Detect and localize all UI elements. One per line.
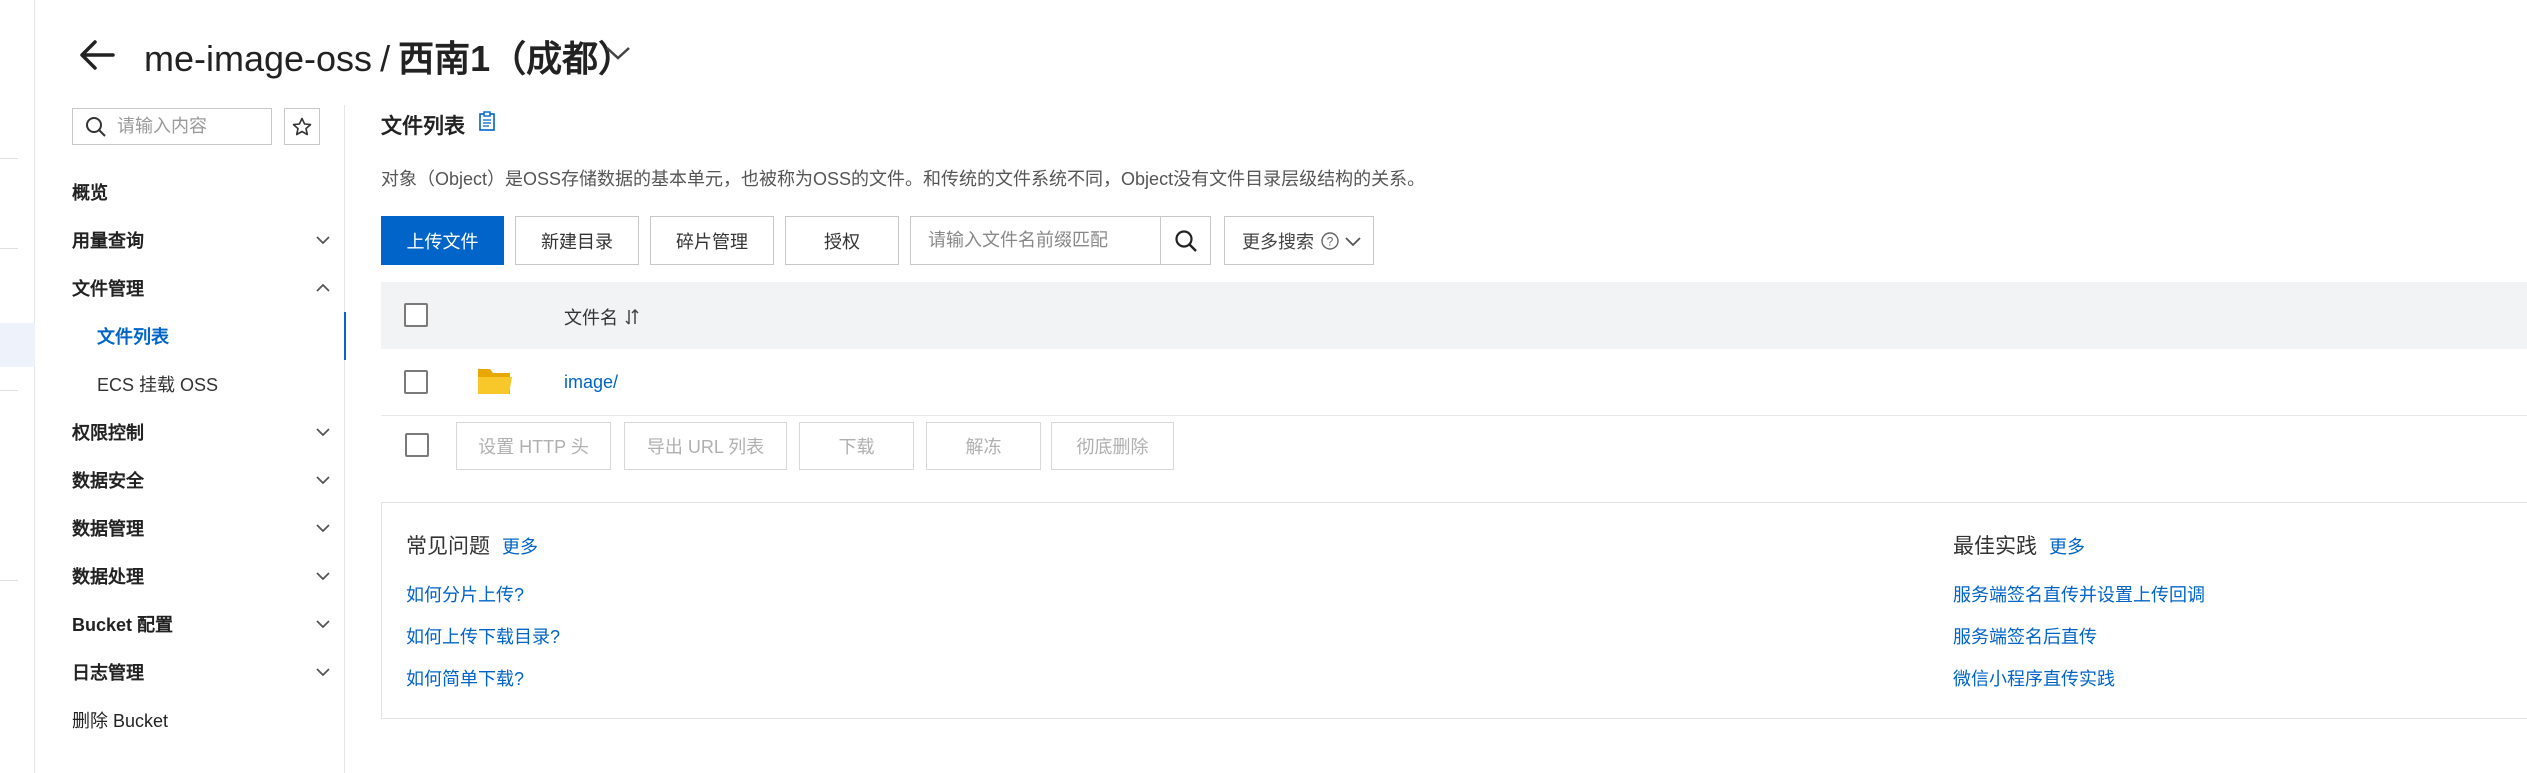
file-name-link[interactable]: image/ bbox=[564, 372, 618, 393]
select-all-checkbox[interactable] bbox=[404, 303, 428, 327]
sidebar-item-label: ECS 挂载 OSS bbox=[97, 375, 219, 395]
unfreeze-button[interactable]: 解冻 bbox=[926, 422, 1041, 470]
strip-divider bbox=[0, 390, 18, 391]
sidebar-item-label: 概览 bbox=[72, 183, 108, 203]
batch-actions: 设置 HTTP 头 导出 URL 列表 下载 解冻 彻底删除 bbox=[381, 419, 2527, 471]
favorite-star-icon[interactable] bbox=[284, 108, 320, 145]
chevron-down-icon bbox=[316, 668, 330, 677]
best-practice-heading: 最佳实践 更多 bbox=[1953, 530, 2085, 560]
row-checkbox[interactable] bbox=[404, 370, 428, 394]
sidebar-item-bucket-config[interactable]: Bucket 配置 bbox=[35, 600, 345, 648]
chevron-down-icon bbox=[316, 572, 330, 581]
strip-divider bbox=[0, 248, 18, 249]
file-prefix-search-input[interactable] bbox=[911, 217, 1160, 264]
section-description: 对象（Object）是OSS存储数据的基本单元，也被称为OSS的文件。和传统的文… bbox=[381, 169, 1426, 189]
sidebar-item-label: 文件列表 bbox=[97, 327, 169, 347]
best-practice-link[interactable]: 服务端签名后直传 bbox=[1953, 623, 2097, 649]
sidebar-item-label: 日志管理 bbox=[72, 663, 144, 683]
search-icon[interactable] bbox=[1160, 217, 1210, 264]
strip-active-item[interactable] bbox=[0, 323, 35, 367]
sidebar: 概览 用量查询 文件管理 文件列表 ECS 挂载 OSS 权限控制 数据安全 数… bbox=[35, 105, 346, 773]
set-http-header-button[interactable]: 设置 HTTP 头 bbox=[456, 422, 611, 470]
back-arrow-icon[interactable] bbox=[75, 33, 119, 77]
help-panel: 常见问题 更多 如何分片上传? 如何上传下载目录? 如何简单下载? 最佳实践 更多 … bbox=[381, 502, 2527, 719]
authorize-button[interactable]: 授权 bbox=[785, 216, 899, 265]
upload-button[interactable]: 上传文件 bbox=[381, 216, 504, 265]
sidebar-menu: 概览 用量查询 文件管理 文件列表 ECS 挂载 OSS 权限控制 数据安全 数… bbox=[35, 168, 346, 744]
best-practice-more-link[interactable]: 更多 bbox=[2049, 537, 2085, 557]
help-icon: ? bbox=[1321, 231, 1339, 250]
sidebar-search-input[interactable] bbox=[117, 116, 257, 137]
svg-text:?: ? bbox=[1327, 234, 1334, 248]
best-practice-link[interactable]: 微信小程序直传实践 bbox=[1953, 665, 2115, 691]
sidebar-item-data-management[interactable]: 数据管理 bbox=[35, 504, 345, 552]
chevron-up-icon bbox=[316, 283, 330, 292]
sidebar-item-delete-bucket[interactable]: 删除 Bucket bbox=[35, 696, 345, 744]
sidebar-item-label: 文件管理 bbox=[72, 279, 144, 299]
sort-icon[interactable] bbox=[624, 308, 640, 326]
sidebar-search bbox=[72, 108, 272, 145]
batch-select-checkbox[interactable] bbox=[405, 433, 429, 457]
faq-link[interactable]: 如何简单下载? bbox=[406, 665, 524, 691]
page-header: me-image-oss / 西南1（成都） bbox=[35, 0, 2527, 105]
sidebar-item-label: 数据安全 bbox=[72, 471, 144, 491]
download-button[interactable]: 下载 bbox=[799, 422, 914, 470]
new-directory-button[interactable]: 新建目录 bbox=[515, 216, 639, 265]
search-icon bbox=[86, 116, 106, 137]
title-separator: / bbox=[380, 38, 391, 79]
strip-divider bbox=[0, 580, 18, 581]
sidebar-item-usage[interactable]: 用量查询 bbox=[35, 216, 345, 264]
chevron-down-icon bbox=[316, 476, 330, 485]
chevron-down-icon bbox=[316, 236, 330, 245]
faq-link[interactable]: 如何上传下载目录? bbox=[406, 623, 560, 649]
section-title: 文件列表 bbox=[381, 115, 465, 138]
sidebar-item-data-security[interactable]: 数据安全 bbox=[35, 456, 345, 504]
chevron-down-icon bbox=[316, 620, 330, 629]
chevron-down-icon bbox=[316, 428, 330, 437]
strip-divider bbox=[0, 158, 18, 159]
sidebar-item-label: 数据管理 bbox=[72, 519, 144, 539]
more-search-dropdown[interactable]: 更多搜索 ? bbox=[1224, 216, 1374, 265]
sidebar-item-overview[interactable]: 概览 bbox=[35, 168, 345, 216]
region-name: 西南1（成都） bbox=[398, 38, 635, 79]
chevron-down-icon bbox=[316, 524, 330, 533]
sidebar-item-file-list[interactable]: 文件列表 bbox=[35, 312, 346, 360]
sidebar-item-label: Bucket 配置 bbox=[72, 615, 174, 635]
chevron-down-icon[interactable] bbox=[603, 41, 633, 65]
sidebar-item-ecs-mount[interactable]: ECS 挂载 OSS bbox=[35, 360, 345, 408]
toolbar: 上传文件 新建目录 碎片管理 授权 更多搜索 ? bbox=[381, 216, 1374, 265]
faq-more-link[interactable]: 更多 bbox=[502, 537, 538, 557]
sidebar-item-label: 删除 Bucket bbox=[72, 711, 169, 731]
sidebar-item-permissions[interactable]: 权限控制 bbox=[35, 408, 345, 456]
best-practice-title: 最佳实践 bbox=[1953, 535, 2037, 558]
sidebar-item-file-management[interactable]: 文件管理 bbox=[35, 264, 345, 312]
sidebar-item-data-processing[interactable]: 数据处理 bbox=[35, 552, 345, 600]
bucket-name: me-image-oss bbox=[144, 38, 373, 79]
chevron-down-icon bbox=[1345, 236, 1361, 246]
page-title: me-image-oss / 西南1（成都） bbox=[144, 30, 634, 82]
permanent-delete-button[interactable]: 彻底删除 bbox=[1051, 422, 1174, 470]
clipboard-icon[interactable] bbox=[478, 111, 496, 131]
export-url-list-button[interactable]: 导出 URL 列表 bbox=[624, 422, 787, 470]
file-table: 文件名 image/ bbox=[381, 282, 2527, 416]
table-header: 文件名 bbox=[381, 282, 2527, 349]
table-row: image/ bbox=[381, 349, 2527, 416]
faq-title: 常见问题 bbox=[406, 535, 490, 558]
faq-heading: 常见问题 更多 bbox=[406, 530, 538, 560]
sidebar-item-logs[interactable]: 日志管理 bbox=[35, 648, 345, 696]
file-search bbox=[910, 216, 1211, 265]
sidebar-item-label: 数据处理 bbox=[72, 567, 144, 587]
outer-nav-strip bbox=[0, 0, 35, 773]
folder-icon bbox=[478, 369, 512, 394]
column-header-filename[interactable]: 文件名 bbox=[564, 304, 640, 330]
fragment-management-button[interactable]: 碎片管理 bbox=[650, 216, 774, 265]
main-content: 文件列表 对象（Object）是OSS存储数据的基本单元，也被称为OSS的文件。… bbox=[381, 105, 2527, 773]
faq-link[interactable]: 如何分片上传? bbox=[406, 581, 524, 607]
more-search-label: 更多搜索 bbox=[1242, 231, 1314, 252]
best-practice-link[interactable]: 服务端签名直传并设置上传回调 bbox=[1953, 581, 2205, 607]
sidebar-item-label: 用量查询 bbox=[72, 231, 144, 251]
sidebar-item-label: 权限控制 bbox=[72, 423, 144, 443]
column-header-label: 文件名 bbox=[564, 308, 618, 328]
